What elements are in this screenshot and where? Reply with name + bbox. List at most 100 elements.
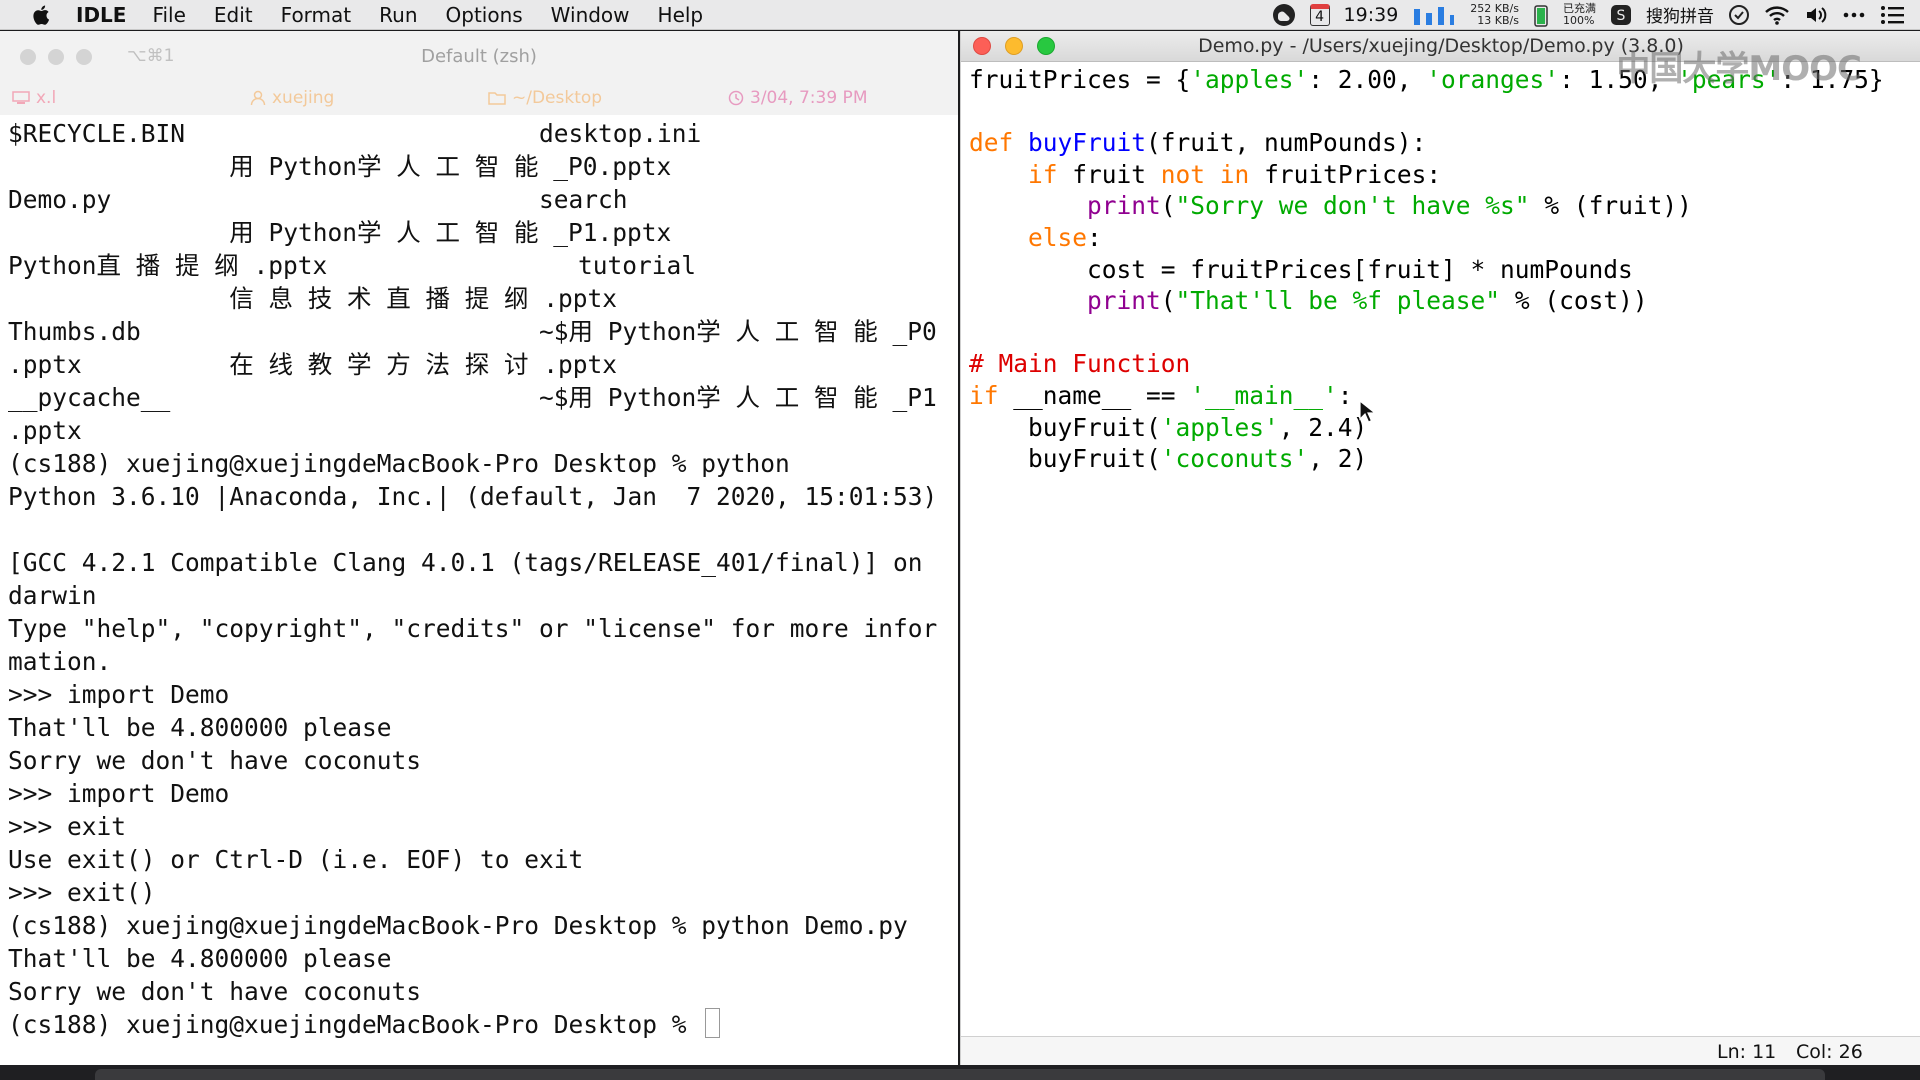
calendar-day: 4 [1315, 8, 1324, 25]
code-token: (fruit, numPounds): [1146, 128, 1427, 158]
status-user-label: xuejing [272, 88, 335, 108]
terminal-titlebar[interactable]: ⌥⌘1 Default (zsh) [0, 31, 958, 81]
terminal-line: 用 Python学 人 工 智 能 _P0.pptx [8, 152, 672, 181]
notification-bell-icon[interactable] [1728, 4, 1750, 26]
menu-file[interactable]: File [152, 3, 185, 27]
code-line: def buyFruit(fruit, numPounds): [969, 127, 1884, 159]
code-line: buyFruit('apples', 2.4) [969, 412, 1884, 444]
clock-icon [728, 90, 744, 106]
code-token: __name__ == [998, 380, 1191, 410]
terminal-output[interactable]: $RECYCLE.BIN desktop.ini 用 Python学 人 工 智… [8, 117, 958, 1041]
code-token: not in [1160, 159, 1250, 189]
terminal-lines: $RECYCLE.BIN desktop.ini 用 Python学 人 工 智… [8, 117, 958, 1008]
terminal-line: darwin [8, 581, 97, 610]
status-dir-label: ~/Desktop [512, 88, 603, 108]
code-token: cost = fruitPrices[fruit] * numPounds [969, 254, 1633, 284]
code-token: # Main Function [969, 349, 1191, 379]
menu-bar: IDLE File Edit Format Run Options Window… [0, 0, 1920, 30]
terminal-line: Use exit() or Ctrl-D (i.e. EOF) to exit [8, 845, 584, 874]
terminal-status-bar: x.l xuejing ~/Desktop 3/04, 7:39 PM [0, 81, 958, 115]
terminal-line: Python直 播 提 纲 .pptx tutorial [8, 251, 697, 280]
app-menu-idle[interactable]: IDLE [76, 3, 126, 27]
dock-bar [95, 1069, 1825, 1080]
menu-format[interactable]: Format [281, 3, 351, 27]
terminal-line: >>> exit() [8, 878, 156, 907]
terminal-line: Demo.py search [8, 185, 628, 214]
terminal-line: (cs188) xuejing@xuejingdeMacBook-Pro Des… [8, 911, 908, 940]
control-center-icon[interactable] [1880, 4, 1906, 26]
terminal-line: mation. [8, 647, 112, 676]
menu-edit[interactable]: Edit [214, 3, 253, 27]
terminal-cursor [705, 1008, 721, 1038]
status-tty: x.l [12, 88, 56, 108]
code-line: if fruit not in fruitPrices: [969, 159, 1884, 191]
code-token: print [1087, 286, 1161, 316]
menu-window[interactable]: Window [551, 3, 630, 27]
battery-icon[interactable] [1533, 3, 1549, 27]
menu-run[interactable]: Run [379, 3, 417, 27]
creative-cloud-icon[interactable] [1272, 3, 1296, 27]
calendar-icon[interactable]: 4 [1309, 3, 1330, 26]
status-area: 4 19:39 252 KB/s 13 KB/s 已充满 100% S 搜狗拼音 [1272, 0, 1906, 29]
menu-options[interactable]: Options [446, 3, 523, 27]
wifi-icon[interactable] [1764, 4, 1790, 26]
terminal-line: 信 息 技 术 直 播 提 纲 .pptx [8, 284, 618, 313]
status-tty-label: x.l [36, 88, 57, 108]
code-token: buyFruit [1028, 128, 1147, 158]
code-token: if [969, 380, 999, 410]
volume-icon[interactable] [1804, 4, 1828, 26]
battery-label: 已充满 100% [1563, 1, 1596, 27]
line-number-indicator: Ln: 11 [1717, 1041, 1777, 1063]
svg-text:S: S [1617, 8, 1626, 24]
terminal-window[interactable]: ⌥⌘1 Default (zsh) x.l xuejing ~/Desktop [0, 31, 958, 1065]
code-token: 'oranges' [1426, 65, 1560, 94]
status-user: xuejing [250, 88, 334, 108]
status-dir: ~/Desktop [488, 88, 602, 108]
terminal-prompt-line[interactable]: (cs188) xuejing@xuejingdeMacBook-Pro Des… [8, 1008, 958, 1041]
dock-strip [0, 1065, 1920, 1080]
terminal-line: .pptx [8, 416, 82, 445]
code-token: buyFruit( [969, 444, 1161, 474]
code-line: cost = fruitPrices[fruit] * numPounds [969, 254, 1884, 286]
terminal-line: Python 3.6.10 |Anaconda, Inc.| (default,… [8, 482, 938, 511]
terminal-title: Default (zsh) [421, 46, 537, 67]
terminal-line: Type "help", "copyright", "credits" or "… [8, 614, 938, 643]
network-speed[interactable]: 252 KB/s 13 KB/s [1470, 1, 1519, 27]
code-editor[interactable]: fruitPrices = {'apples': 2.00, 'oranges'… [969, 64, 1884, 475]
editor-status-bar: Ln: 11 Col: 26 [961, 1036, 1920, 1065]
code-token: , 2.4) [1278, 412, 1368, 442]
folder-icon [488, 92, 506, 105]
input-method-label[interactable]: 搜狗拼音 [1646, 2, 1714, 27]
code-token: 'coconuts' [1160, 444, 1309, 474]
terminal-line: (cs188) xuejing@xuejingdeMacBook-Pro Des… [8, 449, 790, 478]
terminal-line: $RECYCLE.BIN desktop.ini [8, 119, 702, 148]
terminal-line: That'll be 4.800000 please [8, 944, 392, 973]
cpu-meter-icon[interactable] [1412, 3, 1456, 27]
net-up: 252 KB/s [1470, 1, 1519, 15]
code-token: : [1087, 222, 1102, 252]
terminal-line: __pycache__ ~$用 Python学 人 工 智 能 _P1 [8, 383, 937, 412]
net-down: 13 KB/s [1477, 13, 1519, 27]
code-token: fruitPrices = { [969, 65, 1191, 94]
terminal-line: >>> import Demo [8, 680, 230, 709]
terminal-line: Sorry we don't have coconuts [8, 977, 422, 1006]
column-number-indicator: Col: 26 [1796, 1041, 1863, 1063]
code-line: print("Sorry we don't have %s" % (fruit)… [969, 190, 1884, 222]
more-icon[interactable] [1842, 4, 1866, 26]
terminal-line: 用 Python学 人 工 智 能 _P1.pptx [8, 218, 672, 247]
apple-menu-icon[interactable] [30, 3, 54, 27]
code-line: # Main Function [969, 348, 1884, 380]
menu-help[interactable]: Help [658, 3, 704, 27]
terminal-line: Thumbs.db ~$用 Python学 人 工 智 能 _P0 [8, 317, 937, 346]
user-icon [250, 90, 266, 106]
clock[interactable]: 19:39 [1344, 4, 1399, 26]
code-token: def [969, 128, 1029, 158]
code-line: if __name__ == '__main__': [969, 380, 1884, 412]
sogou-icon[interactable]: S [1610, 4, 1632, 26]
idle-editor-window[interactable]: Demo.py - /Users/xuejing/Desktop/Demo.py… [960, 31, 1920, 1065]
